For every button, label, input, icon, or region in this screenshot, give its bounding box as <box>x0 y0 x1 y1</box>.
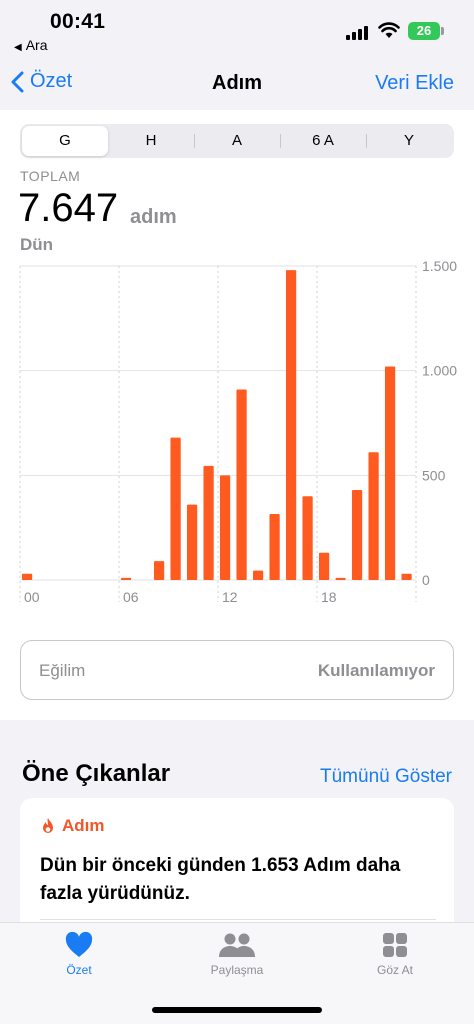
back-app-label: Ara <box>25 37 48 53</box>
battery-tip <box>441 27 444 35</box>
chart-bar <box>153 561 165 580</box>
people-icon <box>219 933 255 957</box>
add-data-button[interactable]: Veri Ekle <box>375 72 454 95</box>
chart-bar <box>318 552 330 580</box>
battery-icon: 26 <box>408 22 440 40</box>
period-segmented-control: G H A 6 A Y <box>20 124 454 158</box>
main-content: G H A 6 A Y TOPLAM 7.647 adım Dün 1.500 1… <box>0 110 474 720</box>
tab-summary[interactable]: Özet <box>24 931 134 977</box>
trend-value: Kullanılamıyor <box>317 661 435 680</box>
back-button-label: Özet <box>30 70 73 92</box>
segment-month[interactable]: A <box>194 126 280 156</box>
tab-sharing[interactable]: Paylaşma <box>182 931 292 977</box>
tab-sharing-label: Paylaşma <box>210 963 264 977</box>
segment-week[interactable]: H <box>108 126 194 156</box>
trend-label: Eğilim <box>39 661 86 680</box>
chart-bar <box>368 452 379 580</box>
chart-bar <box>21 573 33 580</box>
x-tick-label: 18 <box>321 589 337 605</box>
trend-row[interactable]: Eğilim Kullanılamıyor <box>20 640 454 700</box>
flame-icon <box>43 818 53 833</box>
total-label: TOPLAM <box>20 168 81 184</box>
chart-bar <box>335 577 346 580</box>
cellular-signal-icon <box>346 24 370 40</box>
y-tick-label: 0 <box>422 572 430 588</box>
home-indicator <box>152 1007 322 1013</box>
status-time: 00:41 <box>50 10 106 33</box>
navigation-bar: Özet Adım Veri Ekle <box>0 60 474 110</box>
battery-level: 26 <box>416 23 432 38</box>
x-tick-label: 12 <box>222 589 238 605</box>
x-tick-label: 00 <box>24 589 40 605</box>
chart-bar <box>120 577 132 580</box>
chart-bar <box>219 475 231 580</box>
x-tick-label: 06 <box>123 589 139 605</box>
total-value: 7.647 <box>18 186 119 230</box>
chevron-left-icon <box>11 71 24 92</box>
chart-bar <box>252 570 264 580</box>
card-divider <box>40 919 436 920</box>
total-unit: adım <box>130 206 177 228</box>
grid-icon <box>383 933 407 957</box>
highlight-text: Dün bir önceki günden 1.653 Adım daha fa… <box>40 855 401 904</box>
y-tick-label: 1.500 <box>422 260 457 274</box>
highlights-title: Öne Çıkanlar <box>22 760 171 787</box>
wifi-icon <box>378 22 400 38</box>
steps-bar-chart[interactable]: 1.5001.000500000 06 12 18 <box>0 260 474 610</box>
back-button[interactable]: Özet <box>10 70 72 93</box>
back-to-app-link[interactable]: ◀ Ara <box>14 37 48 53</box>
tab-browse-label: Göz At <box>376 963 414 977</box>
chart-bar <box>203 465 214 580</box>
chart-bar <box>384 366 396 580</box>
chart-bar <box>401 573 412 580</box>
show-all-link[interactable]: Tümünü Göster <box>320 766 452 788</box>
segment-six-months[interactable]: 6 A <box>280 126 366 156</box>
y-tick-label: 500 <box>422 467 446 483</box>
segment-year[interactable]: Y <box>366 126 452 156</box>
highlight-card-header: Adım <box>40 816 105 836</box>
y-tick-label: 1.000 <box>422 363 457 379</box>
date-label: Dün <box>20 235 54 254</box>
back-triangle-icon: ◀ <box>14 42 22 53</box>
heart-icon <box>65 931 93 957</box>
tab-browse[interactable]: Göz At <box>340 931 450 977</box>
chart-bar <box>269 514 280 580</box>
chart-bar <box>302 496 313 580</box>
status-bar: 00:41 ◀ Ara 26 <box>0 0 474 60</box>
chart-bar <box>351 489 363 580</box>
chart-bar <box>186 504 198 580</box>
highlight-category: Adım <box>62 816 105 835</box>
segment-day[interactable]: G <box>22 126 108 156</box>
chart-bar <box>285 270 297 580</box>
chart-bar <box>170 437 181 580</box>
tab-summary-label: Özet <box>66 963 92 977</box>
chart-bar <box>236 389 247 580</box>
